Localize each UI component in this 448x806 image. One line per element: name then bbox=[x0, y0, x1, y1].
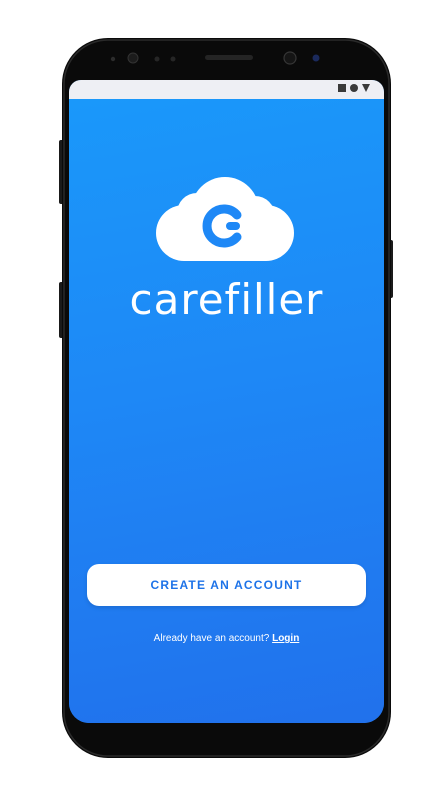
triangle-down-icon bbox=[362, 84, 370, 92]
create-account-button[interactable]: CREATE AN ACCOUNT bbox=[87, 564, 366, 606]
earpiece-speaker bbox=[205, 55, 253, 60]
iris-sensor bbox=[312, 54, 320, 62]
sensor-dot bbox=[170, 56, 176, 62]
proximity-sensor bbox=[110, 56, 116, 62]
status-icons bbox=[338, 84, 370, 92]
brand-wordmark: carefiller bbox=[129, 275, 324, 324]
iris-camera-icon bbox=[127, 52, 139, 64]
sensor-dot bbox=[154, 56, 160, 62]
login-prompt-text: Already have an account? bbox=[153, 633, 270, 644]
device-stage: carefiller CREATE AN ACCOUNT Already hav… bbox=[0, 0, 448, 806]
cloud-c-logo-icon bbox=[156, 177, 294, 261]
front-camera-icon bbox=[283, 51, 297, 65]
login-link[interactable]: Login bbox=[272, 633, 299, 644]
circle-dot-icon bbox=[350, 84, 358, 92]
status-bar bbox=[69, 80, 384, 99]
welcome-screen: carefiller CREATE AN ACCOUNT Already hav… bbox=[69, 99, 384, 723]
login-prompt-line: Already have an account? Login bbox=[69, 633, 384, 644]
phone-screen: carefiller CREATE AN ACCOUNT Already hav… bbox=[69, 80, 384, 723]
stop-square-icon bbox=[338, 84, 346, 92]
